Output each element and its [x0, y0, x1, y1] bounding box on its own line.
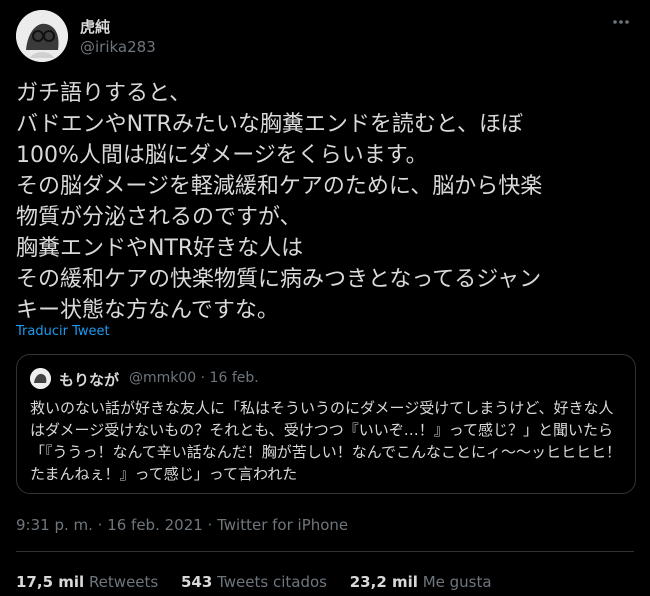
tweet-stats: 17,5 mil Retweets 543 Tweets citados 23,… [16, 573, 510, 591]
retweets-count: 17,5 mil [16, 573, 85, 591]
author-handle[interactable]: @irika283 [80, 38, 156, 56]
tweet-timestamp[interactable]: 9:31 p. m. · 16 feb. 2021 · Twitter for … [16, 516, 348, 534]
quote-meta: @mmk00 · 16 feb. [129, 370, 259, 386]
tweet-header: 虎純 @irika283 [16, 10, 634, 62]
quotes-stat[interactable]: 543 Tweets citados [181, 573, 327, 591]
quoted-tweet[interactable]: もりなが @mmk00 · 16 feb. 救いのない話が好きな友人に「私はそう… [16, 354, 636, 494]
retweets-label: Retweets [88, 573, 159, 591]
likes-stat[interactable]: 23,2 mil Me gusta [350, 573, 492, 591]
quotes-count: 543 [181, 573, 213, 591]
more-dots-icon[interactable] [608, 12, 634, 38]
likes-label: Me gusta [422, 573, 492, 591]
quote-text: 救いのない話が好きな友人に「私はそういうのにダメージ受けてしまうけど、好きな人は… [30, 399, 622, 483]
divider [16, 551, 634, 552]
quote-avatar-illustration-icon [30, 368, 51, 389]
author-name[interactable]: 虎純 [80, 16, 110, 37]
tweet-text: ガチ語りすると、 バドエンやNTRみたいな胸糞エンドを読むと、ほぼ 100%人間… [16, 81, 543, 323]
quote-author-name: もりなが [59, 371, 120, 389]
avatar-illustration-icon [16, 10, 68, 62]
retweets-stat[interactable]: 17,5 mil Retweets [16, 573, 158, 591]
translate-link[interactable]: Traducir Tweet [16, 324, 110, 339]
quotes-label: Tweets citados [217, 573, 327, 591]
likes-count: 23,2 mil [349, 573, 418, 591]
author-avatar[interactable] [16, 10, 68, 62]
quote-author-avatar [30, 368, 51, 389]
